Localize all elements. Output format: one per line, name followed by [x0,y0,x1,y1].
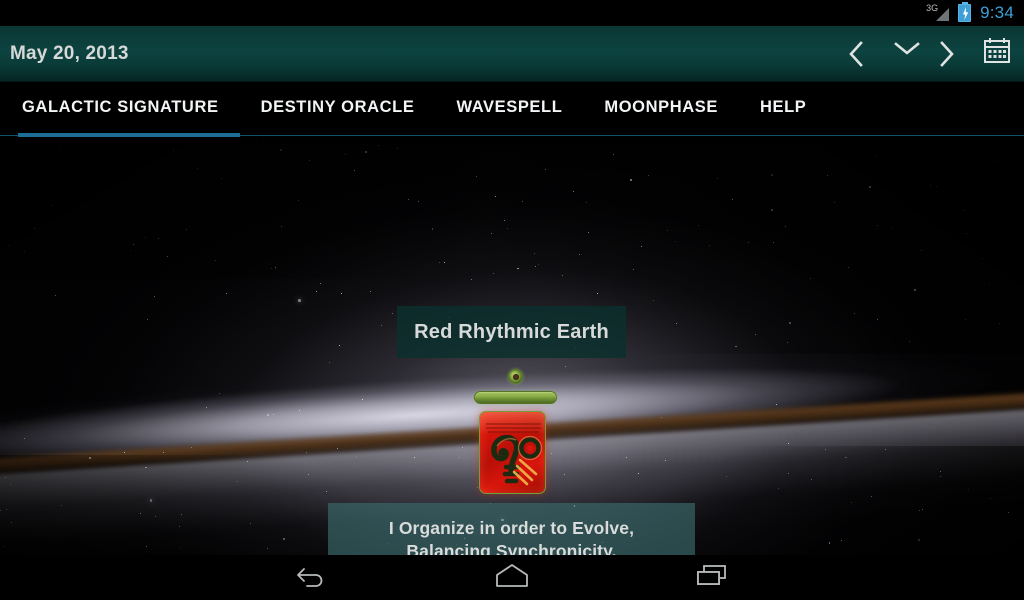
galactic-signature-title-card: Red Rhythmic Earth [397,306,626,358]
affirmation-line: I Organize in order to Evolve, [388,517,635,538]
content-area: Red Rhythmic Earth I Organize in order t… [0,137,1024,555]
active-tab-indicator [18,133,240,137]
chevron-down-icon [893,40,920,68]
status-clock: 9:34 [980,2,1014,22]
battery-charging-icon [958,2,972,22]
next-day-button[interactable] [924,26,970,82]
network-type-label: 3G [926,3,939,13]
calendar-picker-button[interactable] [970,26,1024,82]
seal-and-tone-group[interactable] [458,369,566,497]
tab-destiny-oracle[interactable]: DESTINY ORACLE [240,98,436,117]
tab-galactic-signature[interactable]: GALACTIC SIGNATURE [18,98,240,117]
calendar-icon [982,36,1012,71]
affirmation-panel: I Organize in order to Evolve, Balancing… [328,503,695,555]
tab-wavespell[interactable]: WAVESPELL [435,98,583,117]
home-icon [494,562,530,593]
current-date-title: May 20, 2013 [10,42,129,64]
back-button[interactable] [276,555,348,600]
tab-list: GALACTIC SIGNATURE DESTINY ORACLE WAVESP… [0,82,1024,133]
tone-bar-icon [474,391,557,404]
status-bar: 3G 9:34 [0,0,1024,26]
chevron-left-icon [847,40,864,68]
app-root: 3G 9:34 May 20, 2013 GALACTIC SIGNATURE … [0,0,1024,600]
back-arrow-icon [295,563,329,592]
tab-help[interactable]: HELP [739,98,827,117]
home-button[interactable] [476,555,548,600]
tab-bar: GALACTIC SIGNATURE DESTINY ORACLE WAVESP… [0,82,1024,137]
galactic-signature-title: Red Rhythmic Earth [414,320,609,343]
chevron-right-icon [939,40,956,68]
tab-moonphase[interactable]: MOONPHASE [583,98,739,117]
recents-button[interactable] [676,555,748,600]
previous-day-button[interactable] [832,26,878,82]
tone-dot-icon [508,369,523,384]
dropdown-button[interactable] [878,26,924,82]
action-bar-buttons [832,26,1024,82]
recent-apps-icon [695,562,729,593]
signal-3g-icon: 3G [925,3,951,22]
affirmation-line: Balancing Synchronicity. [406,541,617,555]
action-bar: May 20, 2013 [0,26,1024,82]
earth-seal-glyph-icon [479,411,546,494]
system-navigation-bar [0,555,1024,600]
